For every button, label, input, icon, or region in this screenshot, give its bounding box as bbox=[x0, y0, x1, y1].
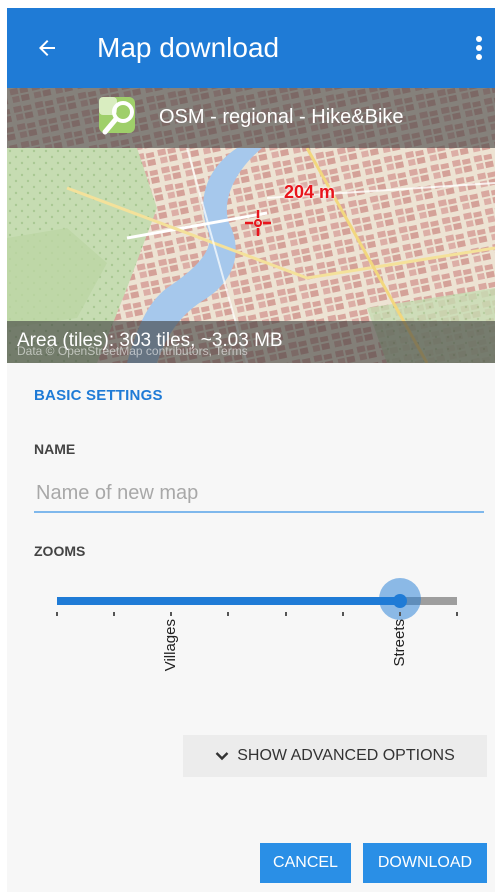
slider-thumb[interactable] bbox=[392, 594, 407, 608]
slider-tick bbox=[398, 612, 401, 616]
map-preview[interactable]: OSM - regional - Hike&Bike 204 m Area (t… bbox=[7, 88, 495, 363]
slider-tick bbox=[170, 612, 173, 616]
back-button[interactable] bbox=[27, 28, 67, 68]
distance-label: 204 m bbox=[284, 182, 336, 202]
arrow-left-icon bbox=[39, 40, 55, 56]
slider-tick bbox=[284, 612, 287, 616]
app-bar: Map download bbox=[7, 8, 495, 88]
slider-tick bbox=[341, 612, 344, 616]
map-source-label: OSM - regional - Hike&Bike bbox=[159, 106, 404, 128]
download-button[interactable]: DOWNLOAD bbox=[363, 843, 487, 883]
name-label: NAME bbox=[34, 441, 76, 457]
slider-tick bbox=[227, 612, 230, 616]
show-advanced-options-button[interactable]: SHOW ADVANCED OPTIONS bbox=[183, 735, 487, 777]
chevron-down-icon bbox=[215, 752, 229, 761]
page-title: Map download bbox=[97, 32, 280, 63]
slider-tick bbox=[456, 612, 458, 616]
slider-tick-label-streets: Streets bbox=[390, 619, 408, 667]
status-strip bbox=[0, 0, 502, 8]
name-input[interactable] bbox=[34, 475, 484, 513]
slider-tick-label-villages: Villages bbox=[162, 619, 180, 672]
section-title-basic: BASIC SETTINGS bbox=[34, 387, 163, 404]
zoom-slider[interactable]: Villages Streets bbox=[37, 578, 477, 693]
crosshair-icon bbox=[245, 210, 271, 236]
slider-tick bbox=[56, 612, 58, 616]
zooms-label: ZOOMS bbox=[34, 543, 86, 559]
cancel-button[interactable]: CANCEL bbox=[260, 843, 351, 883]
map-attribution[interactable]: Data © OpenStreetMap contributors, Terms bbox=[17, 344, 248, 358]
slider-tick bbox=[113, 612, 116, 616]
show-advanced-options-label: SHOW ADVANCED OPTIONS bbox=[237, 747, 455, 764]
map-source-bar[interactable]: OSM - regional - Hike&Bike bbox=[7, 88, 495, 148]
more-options-button[interactable] bbox=[469, 30, 489, 66]
more-vert-icon bbox=[476, 36, 482, 60]
slider-track-fill bbox=[57, 597, 400, 605]
map-search-icon bbox=[99, 97, 135, 135]
settings-form: BASIC SETTINGS NAME ZOOMS Villages Street… bbox=[7, 363, 495, 892]
